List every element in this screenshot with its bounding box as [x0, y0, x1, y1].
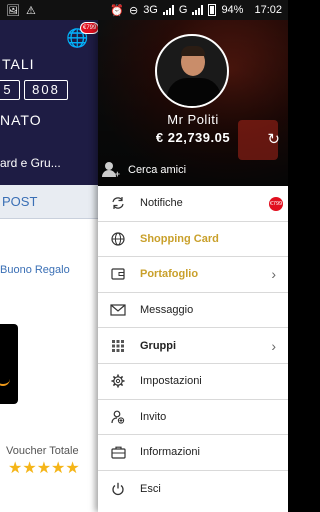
find-friends-button[interactable]: + Cerca amici	[102, 162, 187, 179]
network-type-2: G	[178, 4, 188, 16]
alarm-icon: ⏰	[110, 4, 124, 17]
chevron-right-icon: ›	[271, 337, 276, 354]
cart-badge: €799	[80, 22, 98, 34]
menu-label: Esci	[140, 482, 161, 495]
total-box-left: 5	[0, 80, 20, 100]
globe-icon	[110, 231, 126, 247]
voucher-total-label: Voucher Totale	[6, 445, 79, 457]
power-icon	[110, 481, 126, 497]
gift-card-image[interactable]	[0, 324, 18, 404]
avatar[interactable]	[155, 34, 229, 108]
profile-name: Mr Politi	[167, 112, 219, 127]
menu-label: Invito	[140, 410, 167, 423]
totals-label: TALI	[2, 56, 35, 72]
menu-item-informazioni[interactable]: Informazioni	[98, 435, 288, 471]
menu-label: Portafoglio	[140, 268, 199, 281]
menu-item-impostazioni[interactable]: Impostazioni	[98, 364, 288, 400]
menu-label: Informazioni	[140, 446, 200, 459]
wallet-icon	[110, 266, 126, 282]
menu-item-esci[interactable]: Esci	[98, 471, 288, 507]
notification-badge: €799	[269, 197, 283, 211]
menu-item-notifiche[interactable]: Notifiche €799	[98, 186, 288, 222]
dnd-icon: ⊖	[128, 4, 139, 17]
gear-icon	[110, 373, 126, 389]
status-bar: 🖼 ⚠ ⏰ ⊖ 3G G 94% 17:02	[0, 0, 288, 20]
menu-item-shopping-card[interactable]: Shopping Card	[98, 222, 288, 258]
menu-item-messaggio[interactable]: Messaggio	[98, 293, 288, 329]
menu-label: Notifiche	[140, 197, 183, 210]
total-box-right: 808	[24, 80, 68, 100]
groups-text: ard e Gru...	[0, 156, 61, 170]
menu-item-gruppi[interactable]: Gruppi ›	[98, 328, 288, 364]
chevron-right-icon: ›	[271, 266, 276, 283]
menu-label: Shopping Card	[140, 232, 219, 245]
signal-icon	[162, 5, 174, 15]
refresh-arrows-icon	[110, 195, 126, 211]
signal-icon-2	[192, 5, 204, 15]
battery-level: 94%	[221, 4, 244, 16]
battery-icon	[208, 4, 217, 16]
grid-icon	[110, 338, 126, 354]
find-friends-label: Cerca amici	[128, 164, 187, 176]
clock: 17:02	[254, 4, 282, 16]
bg-header: 🌐 €799 TALI 5 808 NATO ard e Gru...	[0, 20, 98, 185]
menu-label: Impostazioni	[140, 375, 202, 388]
network-type: 3G	[143, 4, 158, 16]
alert-triangle-icon: ⚠	[25, 4, 36, 17]
menu-item-invito[interactable]: Invito	[98, 400, 288, 436]
profile-header: Mr Politi € 22,739.05 ↻ + Cerca amici	[98, 20, 288, 186]
menu-label: Gruppi	[140, 339, 177, 352]
add-friend-icon: +	[102, 162, 120, 179]
nato-label: NATO	[0, 112, 42, 128]
image-notification-icon: 🖼	[6, 4, 20, 17]
envelope-icon	[110, 302, 126, 318]
buono-regalo-link[interactable]: Buono Regalo	[0, 264, 70, 276]
profile-balance: € 22,739.05	[155, 130, 231, 145]
menu-label: Messaggio	[140, 304, 194, 317]
background-app: 🌐 €799 TALI 5 808 NATO ard e Gru... POST…	[0, 20, 98, 512]
invite-person-icon	[110, 409, 126, 425]
briefcase-icon	[110, 444, 126, 460]
drawer-menu: Notifiche €799 Shopping Card Portafoglio…	[98, 186, 288, 506]
rating-stars: ★★★★★	[8, 460, 80, 477]
totals-boxes: 5 808	[0, 80, 68, 100]
refresh-icon[interactable]: ↻	[267, 130, 280, 148]
navigation-drawer: Mr Politi € 22,739.05 ↻ + Cerca amici No…	[98, 20, 288, 512]
tab-post[interactable]: POST	[0, 185, 98, 219]
menu-item-portafoglio[interactable]: Portafoglio ›	[98, 257, 288, 293]
